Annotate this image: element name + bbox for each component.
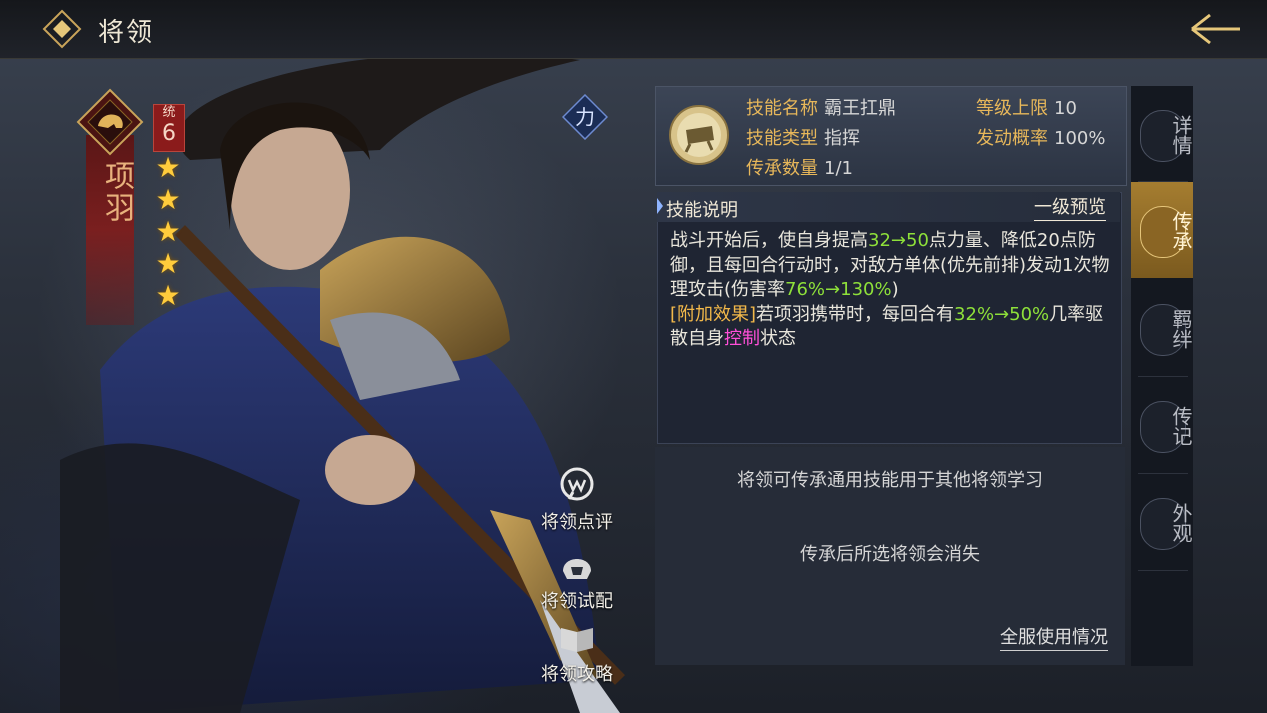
inherit-count-value: 1/1 [824, 158, 853, 179]
tab-appearance[interactable]: 外观 [1131, 474, 1193, 570]
skill-cauldron-icon[interactable] [668, 104, 730, 166]
level-cap-value: 10 [1054, 98, 1077, 119]
general-review-button[interactable]: 将领点评 [532, 466, 622, 534]
general-guide-button[interactable]: 将领攻略 [532, 618, 622, 686]
tab-label: 传记 [1169, 406, 1193, 446]
dispel-rate-value: 32%→50% [954, 303, 1050, 325]
skill-type-row: 技能类型 指挥 [746, 124, 860, 150]
skill-name-label: 技能名称 [746, 98, 818, 119]
inherit-count-row: 传承数量 1/1 [746, 154, 853, 180]
control-keyword: 控制 [724, 328, 760, 349]
tab-label: 羁绊 [1169, 309, 1193, 349]
level-one-preview-link[interactable]: 一级预览 [1034, 196, 1106, 221]
desc-text-part: ) [891, 279, 899, 300]
server-usage-link[interactable]: 全服使用情况 [1000, 626, 1108, 651]
page-title: 将领 [98, 18, 155, 48]
trigger-rate-row: 发动概率 100% [976, 124, 1105, 150]
extra-effect-tag: [附加效果] [670, 303, 757, 325]
star-icon: ★ [155, 279, 181, 312]
stat-label: 统 [162, 105, 176, 120]
command-stat-badge: 统 6 [153, 104, 185, 152]
stat-value: 6 [162, 121, 176, 146]
comment-bubble-icon [560, 467, 594, 501]
skill-type-value: 指挥 [824, 128, 860, 149]
tab-inheritance[interactable]: 传承 [1131, 182, 1193, 278]
trigger-rate-value: 100% [1054, 128, 1106, 149]
helmet-icon [563, 559, 591, 579]
inherit-count-label: 传承数量 [746, 158, 818, 179]
top-bar [0, 0, 1267, 59]
back-arrow-icon[interactable] [1184, 10, 1244, 48]
general-trial-label: 将领试配 [541, 591, 613, 612]
general-name: 项羽 [99, 160, 134, 224]
star-icon: ★ [155, 247, 181, 280]
desc-text-part: 状态 [760, 328, 796, 349]
tab-label: 详情 [1169, 115, 1193, 155]
inheritance-note: 将领可传承通用技能用于其他将领学习 [737, 470, 1043, 491]
header-marker-icon [657, 198, 663, 214]
general-review-label: 将领点评 [541, 512, 613, 533]
description-text: 战斗开始后，使自身提高32→50点力量、降低20点防御，且每回合行动时，对敌方单… [670, 229, 1110, 352]
star-icon: ★ [155, 183, 181, 216]
tab-label: 外观 [1169, 503, 1193, 543]
skill-name-row: 技能名称 霸王扛鼎 [746, 94, 896, 120]
desc-text-part: 战斗开始后，使自身提高 [670, 230, 868, 251]
diamond-emblem-icon [42, 9, 82, 49]
tab-divider [1138, 570, 1188, 571]
book-icon [561, 628, 593, 652]
skill-name-value: 霸王扛鼎 [824, 98, 896, 119]
level-cap-row: 等级上限 10 [976, 94, 1077, 120]
tab-bonds[interactable]: 羁绊 [1131, 280, 1193, 376]
general-trial-button[interactable]: 将领试配 [532, 545, 622, 613]
inheritance-warning: 传承后所选将领会消失 [800, 544, 980, 565]
type-badge-label: 力 [575, 105, 595, 129]
general-guide-label: 将领攻略 [541, 664, 613, 685]
level-cap-label: 等级上限 [976, 98, 1048, 119]
trigger-rate-label: 发动概率 [976, 128, 1048, 149]
damage-rate-value: 76%→130% [785, 279, 892, 300]
tab-label: 传承 [1169, 211, 1193, 251]
tab-biography[interactable]: 传记 [1131, 377, 1193, 473]
star-rating: ★ ★ ★ ★ ★ [152, 152, 184, 312]
star-icon: ★ [155, 215, 181, 248]
tab-details[interactable]: 详情 [1131, 86, 1193, 182]
stat-range-value: 32→50 [868, 230, 929, 251]
description-title: 技能说明 [666, 200, 738, 221]
star-icon: ★ [155, 151, 181, 184]
skill-type-label: 技能类型 [746, 128, 818, 149]
desc-text-part: 若项羽携带时，每回合有 [756, 303, 955, 325]
lion-emblem-icon [76, 88, 144, 156]
